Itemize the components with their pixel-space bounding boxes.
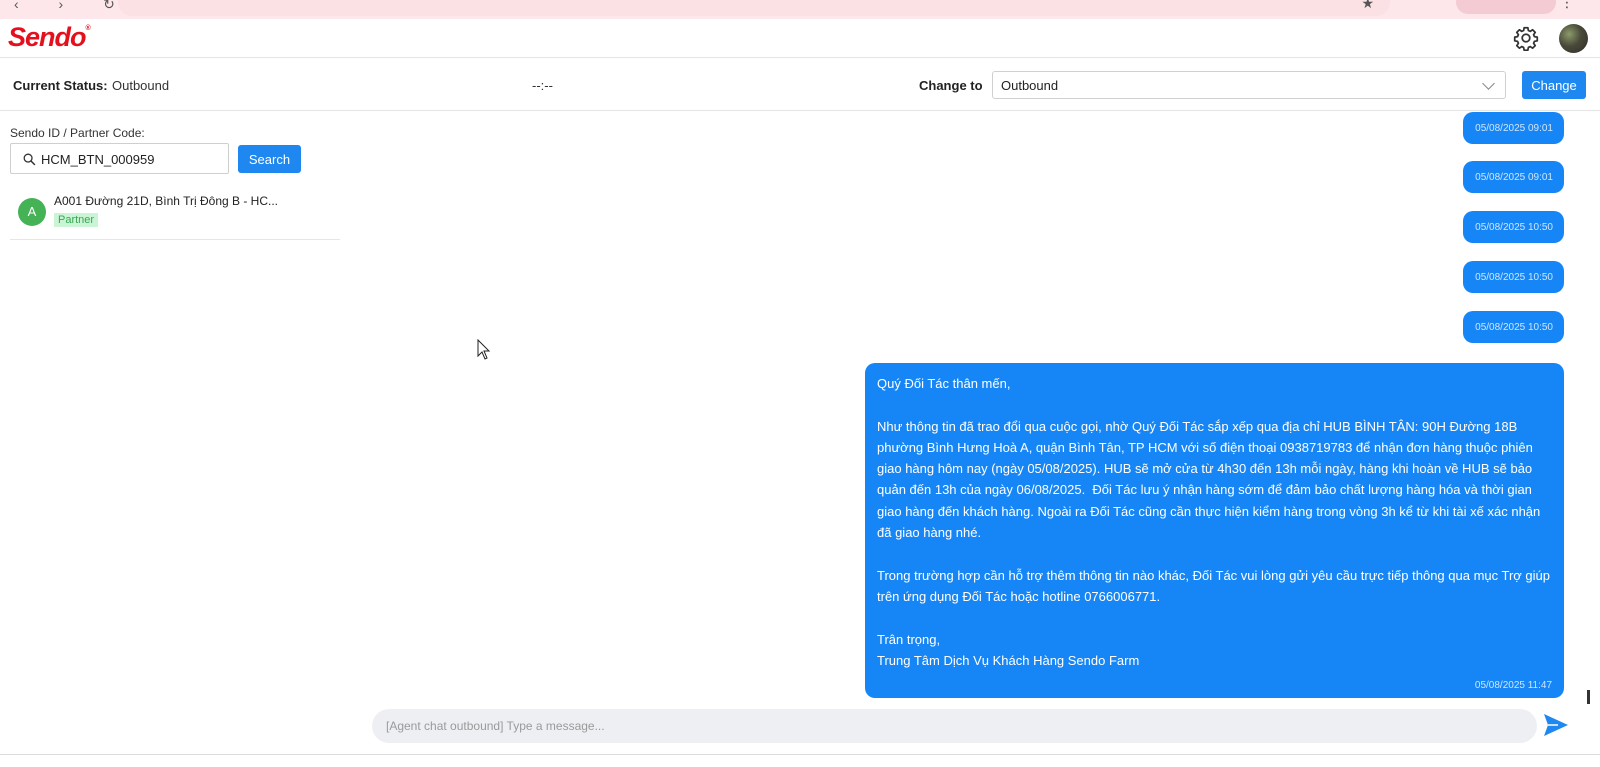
mouse-cursor-icon bbox=[477, 339, 491, 360]
change-status-button[interactable]: Change bbox=[1522, 71, 1586, 99]
app-header: Sendo® bbox=[0, 19, 1600, 58]
chat-bubble: 05/08/2025 10:50 bbox=[1463, 261, 1564, 293]
search-button[interactable]: Search bbox=[238, 145, 301, 173]
chat-bubble: 05/08/2025 09:01 bbox=[1463, 112, 1564, 144]
message-time: 05/08/2025 10:50 bbox=[1475, 322, 1553, 333]
search-box[interactable] bbox=[10, 143, 229, 174]
brand-name: Sendo bbox=[8, 22, 87, 52]
message-time: 05/08/2025 09:01 bbox=[1475, 123, 1553, 134]
chat-bubble: 05/08/2025 10:50 bbox=[1463, 311, 1564, 343]
gear-icon[interactable] bbox=[1513, 25, 1539, 51]
browser-address-bar[interactable]: ★ bbox=[118, 0, 1390, 16]
divider bbox=[0, 754, 1600, 755]
user-avatar[interactable] bbox=[1559, 24, 1588, 53]
result-avatar: A bbox=[18, 198, 46, 226]
chat-message-bubble: Quý Đối Tác thân mến, Như thông tin đã t… bbox=[865, 363, 1564, 698]
current-status-label: Current Status: bbox=[13, 78, 108, 93]
message-time: 05/08/2025 10:50 bbox=[1475, 272, 1553, 283]
result-title: A001 Đường 21D, Bình Trị Đông B - HC... bbox=[54, 194, 278, 208]
call-timer: --:-- bbox=[532, 78, 553, 93]
send-icon[interactable] bbox=[1541, 711, 1571, 739]
search-input[interactable] bbox=[41, 148, 223, 170]
bookmark-star-icon[interactable]: ★ bbox=[1361, 0, 1374, 10]
chat-bubble: 05/08/2025 09:01 bbox=[1463, 161, 1564, 193]
status-select[interactable]: Outbound bbox=[992, 71, 1506, 99]
search-result-item[interactable]: A A001 Đường 21D, Bình Trị Đông B - HC..… bbox=[10, 186, 340, 240]
browser-toolbar: ‹ › ↻ ★ ⋮ bbox=[0, 0, 1600, 19]
change-to-label: Change to bbox=[919, 78, 983, 93]
chat-messages[interactable]: 05/08/2025 09:01 05/08/2025 09:01 05/08/… bbox=[345, 112, 1585, 702]
brand-mark: ® bbox=[85, 25, 91, 32]
browser-profile-chip[interactable] bbox=[1456, 0, 1556, 14]
message-composer[interactable] bbox=[372, 709, 1537, 743]
status-select-value: Outbound bbox=[1001, 78, 1059, 93]
browser-menu-icon[interactable]: ⋮ bbox=[1560, 0, 1574, 11]
chat-bubble: 05/08/2025 10:50 bbox=[1463, 211, 1564, 243]
current-status-value: Outbound bbox=[112, 78, 170, 93]
search-label: Sendo ID / Partner Code: bbox=[10, 126, 145, 140]
browser-nav-icons[interactable]: ‹ › ↻ bbox=[14, 0, 133, 13]
message-input[interactable] bbox=[386, 717, 1516, 735]
message-text: Quý Đối Tác thân mến, Như thông tin đã t… bbox=[877, 376, 1551, 668]
search-icon bbox=[23, 153, 36, 166]
chat-scrollbar[interactable] bbox=[1587, 690, 1590, 704]
message-time: 05/08/2025 09:01 bbox=[1475, 172, 1553, 183]
partner-tag: Partner bbox=[54, 213, 99, 227]
message-time: 05/08/2025 11:47 bbox=[1474, 680, 1552, 691]
chevron-down-icon bbox=[1482, 77, 1495, 90]
message-time: 05/08/2025 10:50 bbox=[1475, 222, 1553, 233]
sendo-logo[interactable]: Sendo® bbox=[8, 22, 91, 53]
status-bar: Current Status: Outbound --:-- Change to… bbox=[0, 59, 1600, 111]
